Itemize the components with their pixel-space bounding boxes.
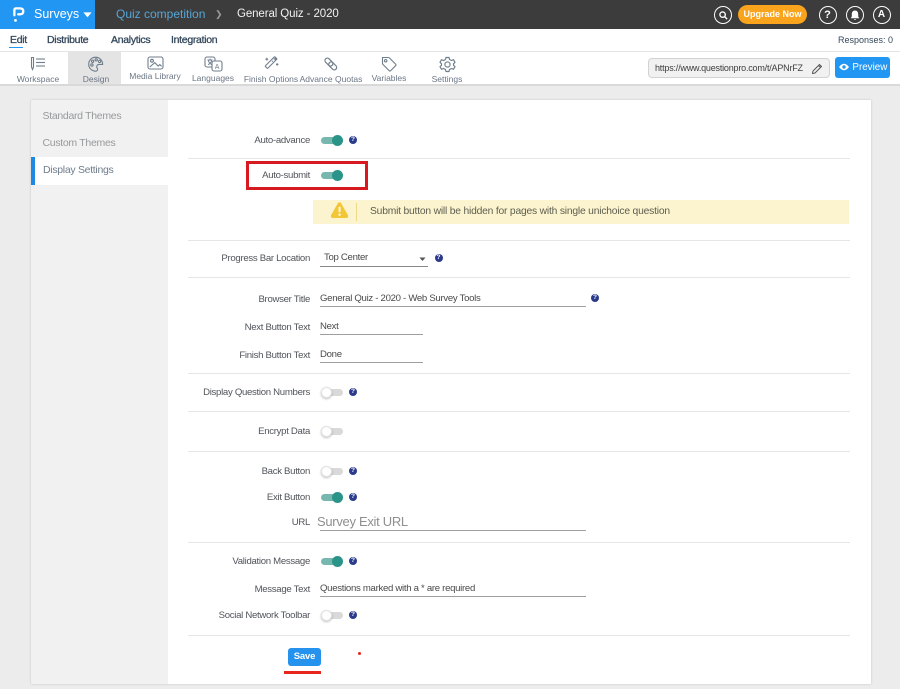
- svg-text:A: A: [214, 64, 219, 71]
